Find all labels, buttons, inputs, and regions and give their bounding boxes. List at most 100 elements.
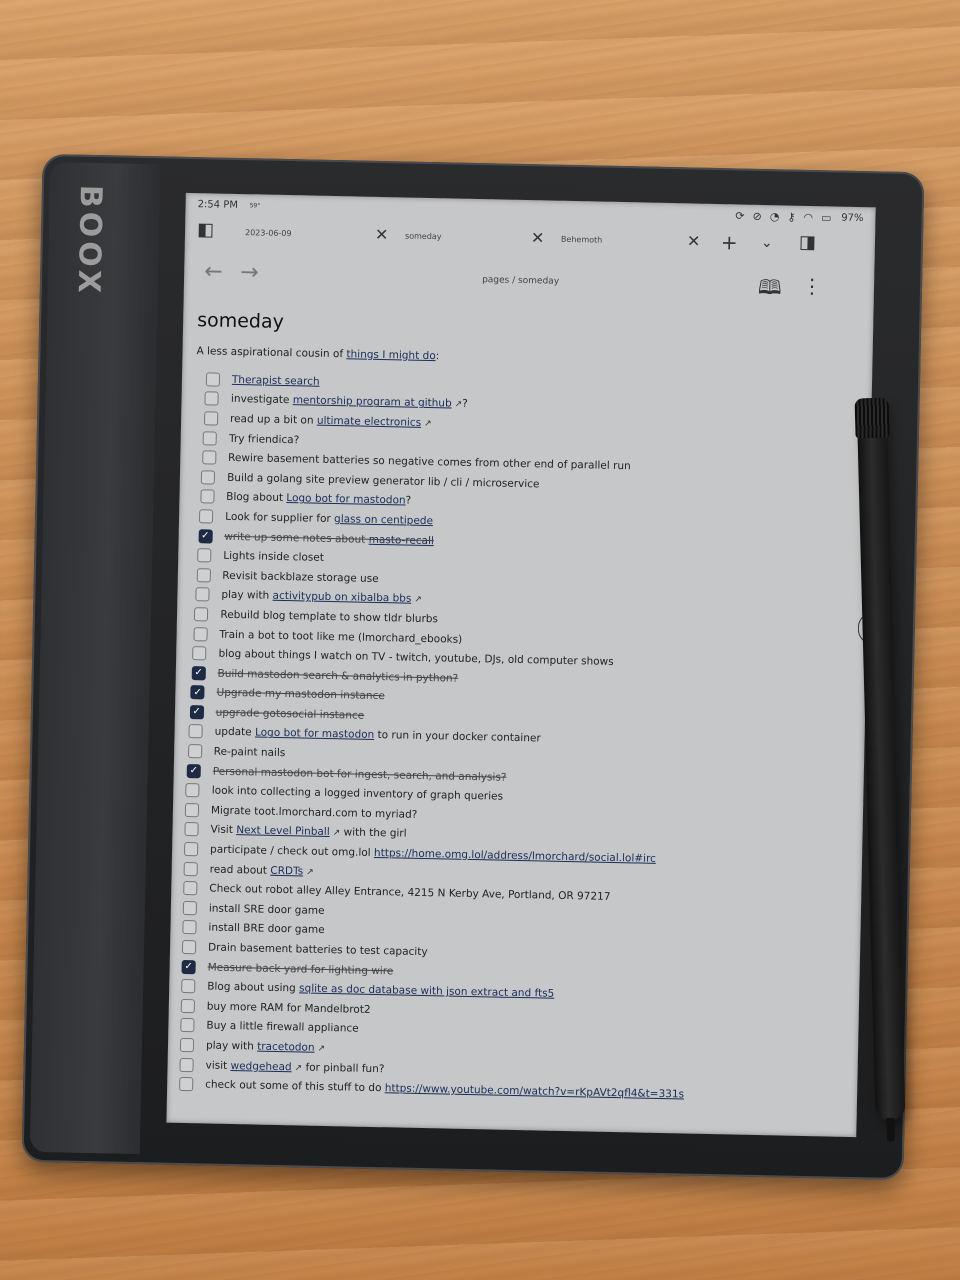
close-tab-icon[interactable]: ✕ — [375, 225, 389, 244]
checkbox-unchecked[interactable] — [194, 607, 209, 622]
task-label: Revisit backblaze storage use — [222, 569, 379, 585]
task-link[interactable]: glass on centipede — [334, 513, 433, 527]
reading-mode-icon[interactable]: 🕮 — [758, 273, 782, 307]
checkbox-unchecked[interactable] — [201, 470, 216, 485]
checkbox-unchecked[interactable] — [181, 939, 197, 955]
checkbox-unchecked[interactable] — [183, 842, 199, 857]
checkbox-unchecked[interactable] — [185, 783, 200, 798]
task-link[interactable]: CRDTs — [270, 864, 303, 877]
task-label: Rebuild blog template to show tldr blurb… — [220, 608, 439, 626]
page-title: someday — [196, 309, 285, 333]
task-text: Revisit backblaze storage use — [222, 569, 379, 584]
task-link[interactable]: tracetodon — [257, 1041, 315, 1054]
task-link[interactable]: https://home.omg.lol/address/lmorchard/s… — [374, 847, 656, 865]
chevron-down-icon[interactable]: ⌄ — [761, 235, 773, 251]
checkbox-unchecked[interactable] — [196, 567, 211, 583]
checkbox-checked[interactable]: ✓ — [186, 763, 201, 778]
checkbox-unchecked[interactable] — [200, 489, 215, 504]
close-tab-icon[interactable]: ✕ — [687, 231, 701, 250]
checkbox-unchecked[interactable] — [204, 391, 220, 407]
task-label: read about — [209, 863, 271, 877]
checkbox-unchecked[interactable] — [199, 509, 214, 524]
checkbox-unchecked[interactable] — [183, 881, 198, 896]
task-link[interactable]: ultimate electronics — [317, 415, 421, 429]
checkbox-unchecked[interactable] — [184, 802, 200, 818]
back-arrow-icon[interactable]: ← — [204, 259, 223, 284]
task-label: play with — [221, 589, 273, 603]
checkbox-unchecked[interactable] — [180, 1018, 195, 1033]
task-link[interactable]: Therapist search — [232, 374, 320, 388]
battery-level: 97% — [841, 212, 864, 225]
stylus-tip — [886, 1117, 896, 1142]
checkbox-unchecked[interactable] — [180, 998, 195, 1014]
task-label: Buy a little firewall appliance — [206, 1019, 359, 1036]
checkbox-unchecked[interactable] — [205, 372, 221, 387]
checkbox-unchecked[interactable] — [183, 861, 198, 876]
checkbox-unchecked[interactable] — [192, 646, 207, 661]
task-label: Personal mastodon bot for ingest, search… — [212, 765, 507, 784]
task-link[interactable]: sqlite as doc database with json extract… — [299, 983, 554, 1000]
checkbox-unchecked[interactable] — [182, 920, 197, 935]
task-link[interactable]: Next Level Pinball — [236, 825, 330, 839]
right-sidebar-toggle-icon[interactable]: ◨ — [799, 232, 816, 253]
task-label-suffix: ? — [405, 494, 412, 508]
checkbox-unchecked[interactable] — [195, 587, 210, 602]
external-link-icon[interactable]: ↗ — [317, 1044, 325, 1054]
left-sidebar-toggle-icon[interactable]: ◧ — [197, 219, 214, 240]
task-link[interactable]: mentorship program at github — [293, 395, 452, 410]
checkbox-unchecked[interactable] — [203, 411, 219, 426]
tab-behemoth[interactable]: Behemoth — [561, 235, 602, 245]
task-label: upgrade gotosocial instance — [215, 706, 365, 722]
checkbox-checked[interactable]: ✓ — [191, 665, 206, 681]
task-label: Try friendica? — [228, 432, 300, 446]
checkbox-unchecked[interactable] — [181, 979, 196, 994]
task-link[interactable]: activitypub on xibalba bbs — [272, 590, 411, 605]
intro-link[interactable]: things I might do — [346, 348, 435, 362]
checkbox-unchecked[interactable] — [179, 1037, 195, 1053]
checkbox-unchecked[interactable] — [202, 430, 218, 446]
task-label: write up some notes about — [224, 530, 369, 546]
new-tab-icon[interactable]: + — [721, 230, 738, 254]
checkbox-checked[interactable]: ✓ — [198, 528, 213, 544]
external-link-icon[interactable]: ↗ — [306, 867, 314, 877]
task-link[interactable]: wedgehead — [230, 1060, 291, 1073]
checkbox-unchecked[interactable] — [197, 548, 212, 563]
close-tab-icon[interactable]: ✕ — [531, 228, 545, 247]
checkbox-unchecked[interactable] — [188, 724, 203, 739]
task-link[interactable]: https://www.youtube.com/watch?v=rKpAVt2q… — [385, 1082, 685, 1100]
checkbox-checked[interactable]: ✓ — [190, 685, 205, 700]
checkbox-unchecked[interactable] — [187, 744, 202, 759]
checkbox-checked[interactable]: ✓ — [189, 704, 204, 720]
checkbox-unchecked[interactable] — [179, 1057, 194, 1072]
more-options-icon[interactable]: ⋮ — [802, 274, 822, 298]
task-link[interactable]: Logo bot for mastodon — [286, 492, 405, 506]
task-link[interactable]: masto-recall — [369, 533, 434, 546]
tab-journal-date[interactable]: 2023-06-09 — [245, 228, 292, 238]
task-label: Look for supplier for — [225, 510, 335, 526]
checkbox-unchecked[interactable] — [182, 900, 198, 916]
external-link-icon[interactable]: ↗ — [414, 595, 422, 605]
task-text: Train a bot to toot like me (lmorchard_e… — [219, 628, 462, 645]
task-text: Build mastodon search & analytics in pyt… — [217, 667, 458, 684]
forward-arrow-icon[interactable]: → — [240, 260, 259, 285]
task-text: Blog about Logo bot for mastodon? — [226, 491, 411, 507]
external-link-icon[interactable]: ↗ — [424, 419, 432, 429]
task-text: Visit Next Level Pinball ↗ with the girl — [210, 824, 406, 840]
checkbox-checked[interactable]: ✓ — [181, 959, 196, 974]
checkbox-unchecked[interactable] — [201, 450, 217, 465]
tab-someday[interactable]: someday — [405, 231, 442, 241]
checkbox-unchecked[interactable] — [184, 822, 199, 837]
checkbox-unchecked[interactable] — [193, 626, 208, 641]
task-label: Re-paint nails — [213, 745, 286, 760]
task-text: Drain basement batteries to test capacit… — [208, 942, 428, 959]
app-screen: 2:54 PM 59° ⟳ ⊘ ◔ ⚷ ◠ ▭ 97% ◧ 2023-06-09… — [166, 192, 876, 1138]
task-link[interactable]: Logo bot for mastodon — [255, 727, 374, 741]
breadcrumb[interactable]: pages / someday — [482, 275, 559, 287]
checkbox-unchecked[interactable] — [179, 1077, 194, 1092]
task-text: Therapist search — [232, 374, 320, 388]
task-text: install BRE door game — [208, 922, 324, 936]
task-label-suffix: ? — [462, 398, 468, 411]
task-label: Migrate toot.lmorchard.com to myriad? — [210, 804, 418, 821]
task-text: Rebuild blog template to show tldr blurb… — [220, 609, 438, 626]
task-text: upgrade gotosocial instance — [216, 707, 365, 722]
